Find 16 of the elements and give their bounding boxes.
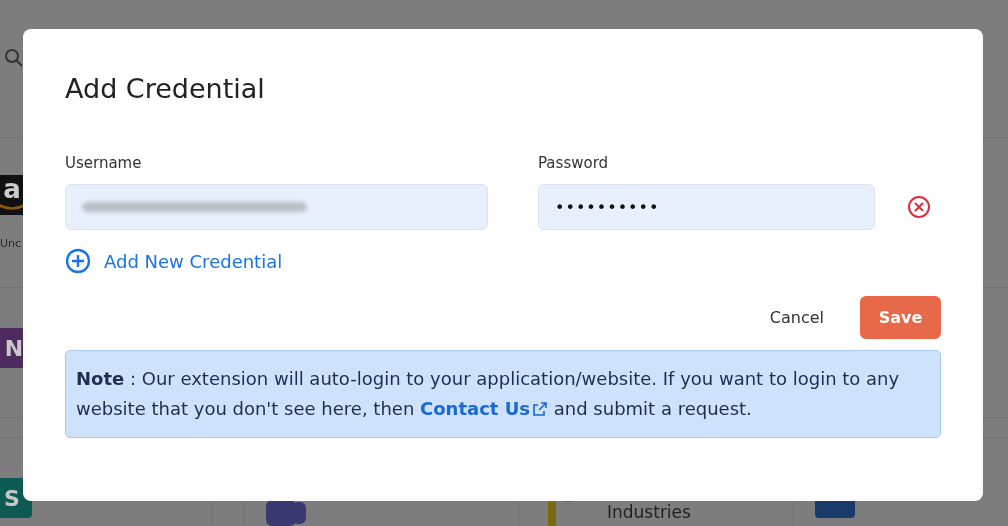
field-label: Password	[538, 154, 610, 172]
app-name: Industries	[607, 502, 691, 522]
contact-link[interactable]: Contact Us	[420, 398, 549, 419]
dialog-title: Add Credential	[65, 73, 266, 104]
app-name: Unc	[0, 237, 22, 250]
password-field[interactable]: ••••••••••	[538, 184, 875, 230]
remove-icon[interactable]	[907, 195, 931, 219]
field-label: Username	[65, 154, 143, 172]
app-logo-icon[interactable]: a	[0, 175, 24, 215]
plus-circle-icon	[65, 248, 91, 274]
note-text: Note : Our extension will auto-login to your application/website. If you want to login to any website that you don't see here, then Contact Us and submit a request.	[76, 367, 901, 421]
external-link-icon	[532, 401, 549, 417]
add-credential-link[interactable]: Add New Credential	[65, 248, 283, 274]
input-field[interactable]	[65, 184, 488, 230]
cancel-button[interactable]: Cancel	[769, 300, 824, 335]
search-icon[interactable]	[4, 48, 24, 68]
